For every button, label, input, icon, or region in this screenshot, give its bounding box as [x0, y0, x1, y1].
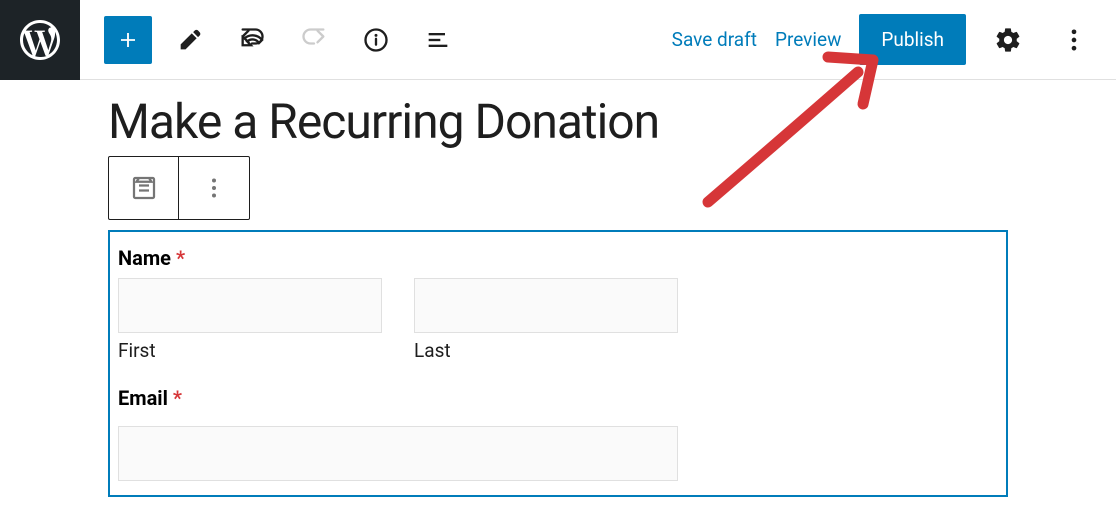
block-type-button[interactable] — [109, 157, 179, 219]
required-indicator: * — [173, 386, 182, 410]
info-icon — [362, 26, 390, 54]
info-button[interactable] — [352, 16, 400, 64]
preview-button[interactable]: Preview — [775, 28, 841, 51]
block-more-button[interactable] — [179, 157, 249, 219]
undo-icon — [238, 26, 266, 54]
outline-button[interactable] — [414, 16, 462, 64]
required-indicator: * — [176, 246, 185, 270]
last-name-sublabel: Last — [414, 339, 678, 362]
redo-button[interactable] — [290, 16, 338, 64]
name-label: Name * — [118, 246, 998, 270]
settings-button[interactable] — [984, 16, 1032, 64]
page-title[interactable]: Make a Recurring Donation — [108, 98, 1008, 146]
email-label: Email * — [118, 386, 998, 410]
first-name-input[interactable] — [118, 278, 382, 333]
save-draft-button[interactable]: Save draft — [672, 28, 757, 51]
undo-button[interactable] — [228, 16, 276, 64]
last-name-input[interactable] — [414, 278, 678, 333]
block-toolbar — [108, 156, 250, 220]
redo-icon — [300, 26, 328, 54]
plus-icon — [114, 26, 142, 54]
edit-mode-button[interactable] — [166, 16, 214, 64]
options-button[interactable] — [1050, 16, 1098, 64]
publish-button[interactable]: Publish — [859, 14, 966, 65]
more-vertical-icon — [1060, 26, 1088, 54]
email-input[interactable] — [118, 426, 678, 481]
form-block[interactable]: Name * First Last Email * — [108, 230, 1008, 497]
gear-icon — [994, 26, 1022, 54]
add-block-button[interactable] — [104, 16, 152, 64]
pencil-icon — [176, 26, 204, 54]
wordpress-logo[interactable] — [0, 0, 80, 80]
first-name-sublabel: First — [118, 339, 382, 362]
wordpress-icon — [16, 16, 64, 64]
more-vertical-icon — [199, 173, 229, 203]
list-icon — [424, 26, 452, 54]
form-block-icon — [129, 173, 159, 203]
